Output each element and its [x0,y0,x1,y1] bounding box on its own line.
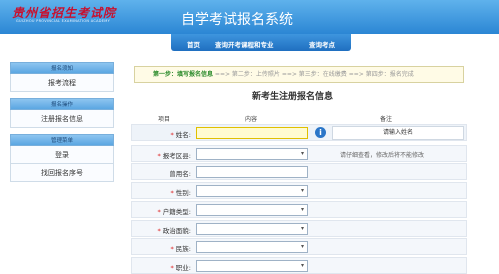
field-label: * 政治面貌: [157,227,191,235]
field-label: * 姓名: [170,131,191,139]
column-header-note: 备注 [380,116,393,123]
chevron-down-icon: ▾ [300,206,304,213]
name-hint: 请输入姓名 [332,126,464,140]
sidebar-heading: 管理菜单 [10,134,114,146]
sidebar-heading: 报名操作 [10,98,114,110]
district-select[interactable]: ▾ [196,148,308,160]
sidebar-block-notice: 报名须知 报考流程 [10,62,114,92]
sidebar-item-recover-number[interactable]: 找回报名序号 [10,164,114,182]
nav-item-courses[interactable]: 查询开考课程和专业 [215,39,274,49]
district-note: 请仔细查看，修改后将不能修改 [340,152,425,159]
sidebar-block-manage: 管理菜单 登录 找回报名序号 [10,134,114,182]
form-row-ethnicity: * 民族: ▾ [131,238,467,255]
sidebar-item-process[interactable]: 报考流程 [10,74,114,92]
ethnicity-select[interactable]: ▾ [196,241,308,253]
form-row-household: * 户籍类型: ▾ [131,201,467,218]
column-header-content: 内容 [245,116,258,123]
sidebar-block-operation: 报名操作 注册报名信息 [10,98,114,128]
nav-bar: 首页 查询开考课程和专业 查询考点 [171,34,351,51]
form-row-political: * 政治面貌: ▾ [131,220,467,237]
form-row-district: * 报考区县: ▾ 请仔细查看，修改后将不能修改 [131,145,467,162]
field-label: * 民族: [170,245,191,253]
site-logo-subtitle: GUIZHOU PROVINCIAL EXAMINATION ACADEMY [16,19,111,23]
column-header-item: 项目 [158,116,171,123]
field-label: * 报考区县: [157,152,191,160]
main-nav: 首页 查询开考课程和专业 查询考点 [0,34,499,51]
system-title: 自学考试报名系统 [181,12,293,28]
step-progress: 第一步：填写报名信息 ==> 第二步：上传照片 ==> 第三步：在线缴费 ==>… [134,66,464,83]
field-label: 曾用名: [169,170,191,178]
gender-select[interactable]: ▾ [196,185,308,197]
form-title: 新考生注册报名信息 [252,92,334,102]
chevron-down-icon: ▾ [300,243,304,250]
site-header: 贵州省招生考试院 GUIZHOU PROVINCIAL EXAMINATION … [0,0,499,34]
field-label: * 性别: [170,189,191,197]
nav-item-exam-sites[interactable]: 查询考点 [309,39,335,49]
occupation-select[interactable]: ▾ [196,260,308,272]
sidebar-heading: 报名须知 [10,62,114,74]
name-input[interactable] [196,127,308,139]
step-current: 第一步：填写报名信息 [153,71,214,78]
chevron-down-icon: ▾ [300,150,304,157]
household-type-select[interactable]: ▾ [196,204,308,216]
form-row-name: * 姓名: i 请输入姓名 [131,124,467,141]
chevron-down-icon: ▾ [300,262,304,269]
step-remaining: ==> 第二步：上传照片 ==> 第三步：在线缴费 ==> 第四步：报名完成 [213,71,414,78]
field-label: * 户籍类型: [157,208,191,216]
political-status-select[interactable]: ▾ [196,223,308,235]
info-icon: i [315,127,326,138]
sidebar: 报名须知 报考流程 报名操作 注册报名信息 管理菜单 登录 找回报名序号 [10,62,114,188]
sidebar-item-login[interactable]: 登录 [10,146,114,164]
field-label: * 职业: [170,264,191,272]
form-row-former-name: 曾用名: [131,163,467,180]
chevron-down-icon: ▾ [300,225,304,232]
sidebar-item-register[interactable]: 注册报名信息 [10,110,114,128]
form-row-gender: * 性别: ▾ [131,182,467,199]
chevron-down-icon: ▾ [300,187,304,194]
nav-item-home[interactable]: 首页 [187,39,200,49]
former-name-input[interactable] [196,166,308,178]
